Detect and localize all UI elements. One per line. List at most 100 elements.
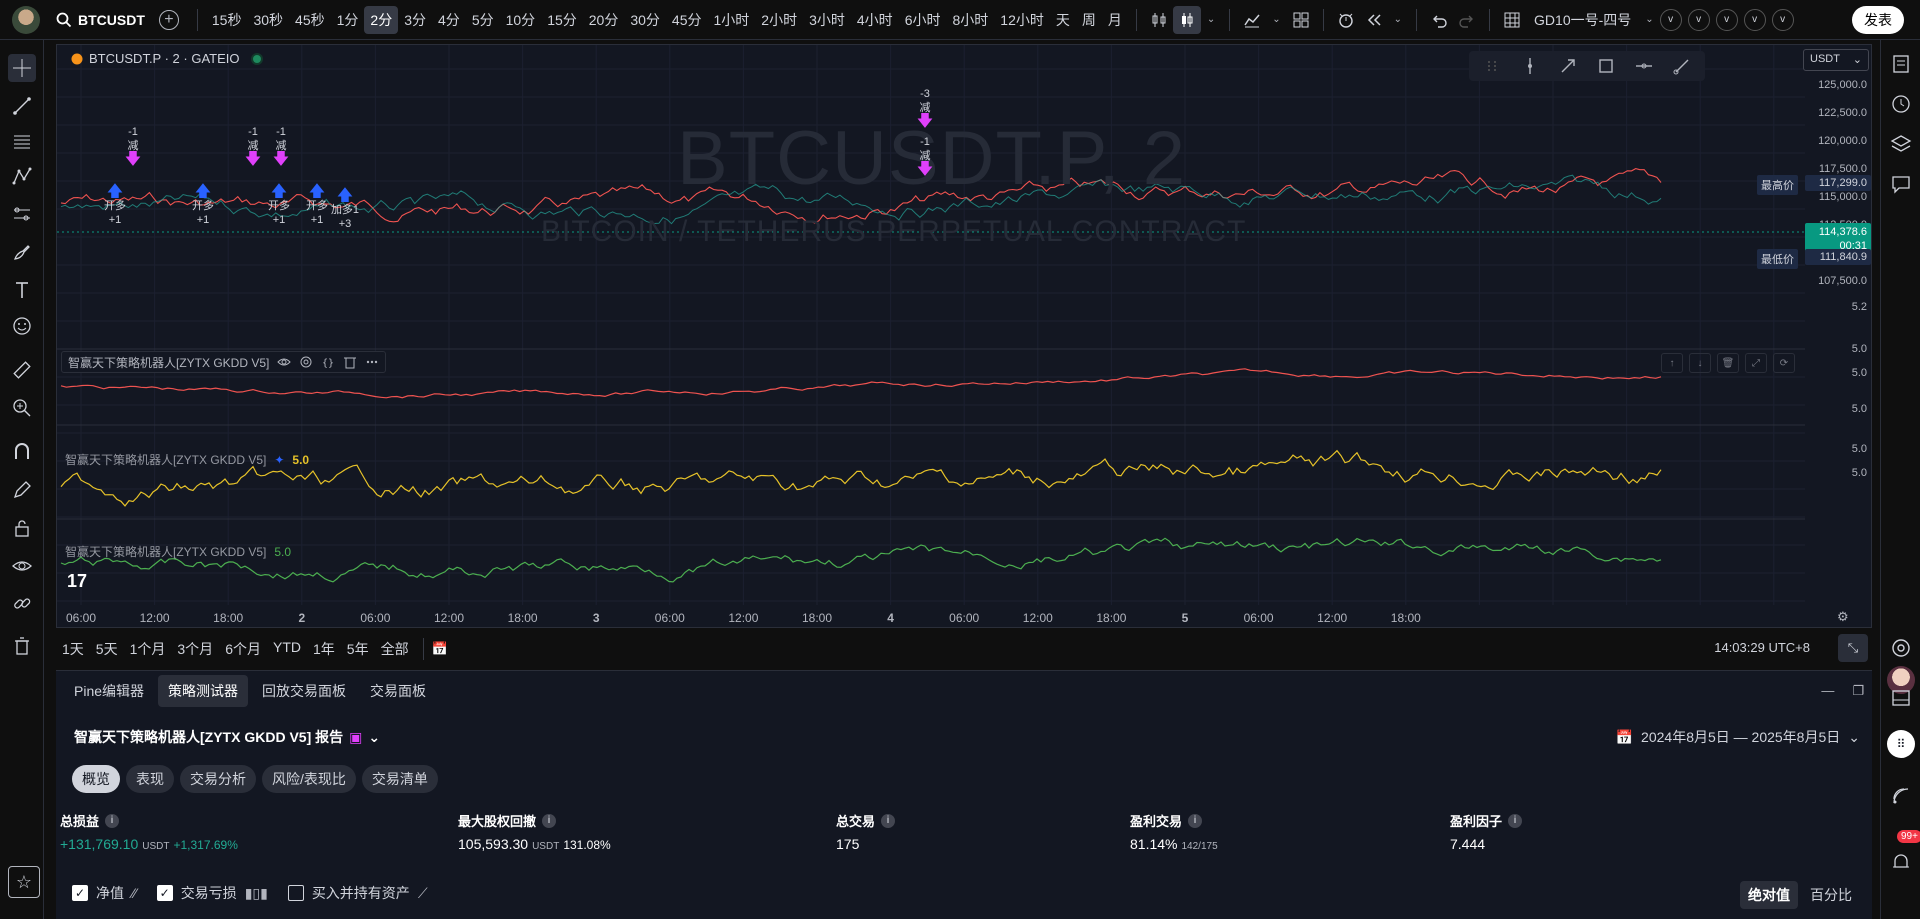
report-title[interactable]: 智赢天下策略机器人[ZYTX GKDD V5] 报告 ▣ ⌄ [74, 727, 380, 747]
range-6[interactable]: 1年 [307, 639, 341, 659]
compare-symbol-button[interactable]: + [158, 9, 179, 30]
range-1[interactable]: 5天 [90, 639, 124, 659]
quick-button-4[interactable]: v [1771, 8, 1794, 31]
subtab-4[interactable]: 交易清单 [361, 765, 438, 793]
range-5[interactable]: YTD [267, 639, 307, 659]
range-3[interactable]: 3个月 [171, 639, 219, 659]
candle-chart-type-icon[interactable] [1172, 5, 1201, 34]
more-icon[interactable] [365, 355, 379, 369]
chevron-down-icon[interactable]: ⌄ [1645, 14, 1653, 25]
checkbox[interactable]: ✓ [72, 885, 88, 901]
trash-icon[interactable] [8, 632, 36, 660]
watchlist-icon[interactable] [1889, 52, 1913, 76]
interval-2[interactable]: 45秒 [289, 6, 331, 34]
tab-0[interactable]: Pine编辑器 [64, 675, 154, 707]
indicator-legend-3[interactable]: 智赢天下策略机器人[ZYTX GKDD V5] 5.0 [65, 543, 291, 560]
percent-toggle[interactable]: 百分比 [1802, 881, 1860, 909]
chat-icon[interactable] [1889, 172, 1913, 196]
drawing-mode-icon[interactable] [8, 476, 36, 504]
minimize-icon[interactable]: — [1821, 683, 1834, 699]
interval-15[interactable]: 3小时 [803, 6, 851, 34]
check-2[interactable]: 买入并持有资产 ⟋ [287, 883, 428, 903]
interval-22[interactable]: 月 [1102, 6, 1128, 34]
pattern-icon[interactable] [8, 162, 36, 190]
interval-4[interactable]: 2分 [364, 5, 399, 34]
clock[interactable]: 14:03:29 UTC+8 [1714, 640, 1810, 655]
check-0[interactable]: ✓ 净值 ⁄⁄ [72, 883, 137, 903]
redo-icon[interactable] [1453, 6, 1481, 34]
apps-dots-icon[interactable]: ⠿ [1887, 730, 1915, 758]
interval-13[interactable]: 1小时 [708, 6, 756, 34]
interval-10[interactable]: 20分 [583, 6, 625, 34]
crosshair-icon[interactable] [8, 54, 36, 82]
interval-6[interactable]: 4分 [432, 6, 466, 34]
interval-21[interactable]: 周 [1076, 6, 1102, 34]
eye-icon[interactable] [8, 552, 36, 580]
trend-line-icon[interactable] [8, 92, 36, 120]
fib-retracement-icon[interactable] [8, 128, 36, 156]
interval-9[interactable]: 15分 [541, 6, 583, 34]
date-range-selector[interactable]: 📅 2024年8月5日 — 2025年8月5日 ⌄ [1616, 727, 1860, 747]
range-4[interactable]: 6个月 [219, 639, 267, 659]
layers-icon[interactable] [1889, 132, 1913, 156]
alerts-clock-icon[interactable] [1889, 92, 1913, 116]
favorite-star-icon[interactable]: ☆ [8, 866, 40, 898]
quick-button-0[interactable]: v [1659, 8, 1682, 31]
chevron-down-icon[interactable]: ⌄ [1394, 14, 1402, 25]
tab-1[interactable]: 策略测试器 [158, 675, 249, 707]
lock-icon[interactable] [8, 514, 36, 542]
range-7[interactable]: 5年 [341, 639, 375, 659]
info-icon[interactable]: i [881, 813, 896, 828]
chart-settings-gear-icon[interactable]: ⚙ [1837, 609, 1849, 625]
quick-button-1[interactable]: v [1687, 8, 1710, 31]
indicator-legend-2[interactable]: 智赢天下策略机器人[ZYTX GKDD V5] ✦ 5.0 [65, 451, 309, 468]
quick-button-2[interactable]: v [1715, 8, 1738, 31]
eye-icon[interactable] [277, 355, 292, 369]
tab-3[interactable]: 交易面板 [360, 675, 436, 707]
settings-icon[interactable] [299, 355, 313, 369]
undo-icon[interactable] [1425, 6, 1453, 34]
emoji-icon[interactable] [8, 312, 36, 340]
adjust-icon[interactable]: ⤡ [1838, 634, 1868, 662]
trash-icon[interactable] [343, 355, 357, 369]
magnet-icon[interactable] [8, 438, 36, 466]
zoom-in-icon[interactable] [8, 394, 36, 422]
subtab-2[interactable]: 交易分析 [180, 765, 256, 793]
checkbox[interactable]: ✓ [156, 885, 173, 901]
layout-grid-icon[interactable] [1498, 6, 1526, 34]
forecast-icon[interactable] [8, 200, 36, 228]
panel-icon[interactable] [1889, 686, 1913, 710]
link-icon[interactable] [8, 590, 36, 618]
rectangle-tool-icon[interactable] [1593, 53, 1619, 79]
info-icon[interactable]: i [105, 813, 120, 828]
subtab-0[interactable]: 概览 [72, 765, 120, 793]
text-icon[interactable] [8, 276, 36, 304]
range-2[interactable]: 1个月 [124, 639, 172, 659]
interval-1[interactable]: 30秒 [247, 6, 289, 34]
interval-16[interactable]: 4小时 [851, 6, 899, 34]
interval-14[interactable]: 2小时 [755, 6, 803, 34]
tab-2[interactable]: 回放交易面板 [252, 675, 356, 707]
drag-handle-icon[interactable] [1479, 53, 1505, 79]
interval-11[interactable]: 30分 [624, 6, 666, 34]
interval-18[interactable]: 8小时 [946, 6, 994, 34]
info-icon[interactable]: i [542, 813, 557, 828]
chart-area[interactable]: BTCUSDT.P, 2 BITCOIN / TETHERUS PERPETUA… [56, 44, 1872, 628]
info-icon[interactable]: i [1188, 813, 1203, 828]
source-code-icon[interactable]: {} [321, 355, 335, 369]
restore-icon[interactable]: ❐ [1852, 683, 1864, 699]
chevron-down-icon[interactable]: ⌄ [1207, 14, 1215, 25]
interval-19[interactable]: 12小时 [994, 6, 1050, 34]
price-axis[interactable]: 125,000.0 122,500.0 120,000.0 117,500.0 115,… [1805, 45, 1871, 627]
move-pane-down-icon[interactable]: ↓ [1689, 353, 1711, 373]
chevron-down-icon[interactable]: ⌄ [1272, 14, 1280, 25]
indicator-legend[interactable]: 智赢天下策略机器人[ZYTX GKDD V5] {} [61, 351, 387, 373]
broadcast-icon[interactable] [1889, 784, 1913, 808]
tradingview-logo[interactable]: 17 [67, 571, 87, 592]
brush-icon[interactable] [8, 238, 36, 266]
goto-date-icon[interactable]: 📅 [432, 641, 448, 657]
interval-5[interactable]: 3分 [398, 6, 432, 34]
check-1[interactable]: ✓ 交易亏损 ▮▯▮ [156, 883, 268, 903]
layout-name[interactable]: GD10一号-四号 [1534, 10, 1631, 30]
checkbox[interactable] [287, 885, 304, 901]
